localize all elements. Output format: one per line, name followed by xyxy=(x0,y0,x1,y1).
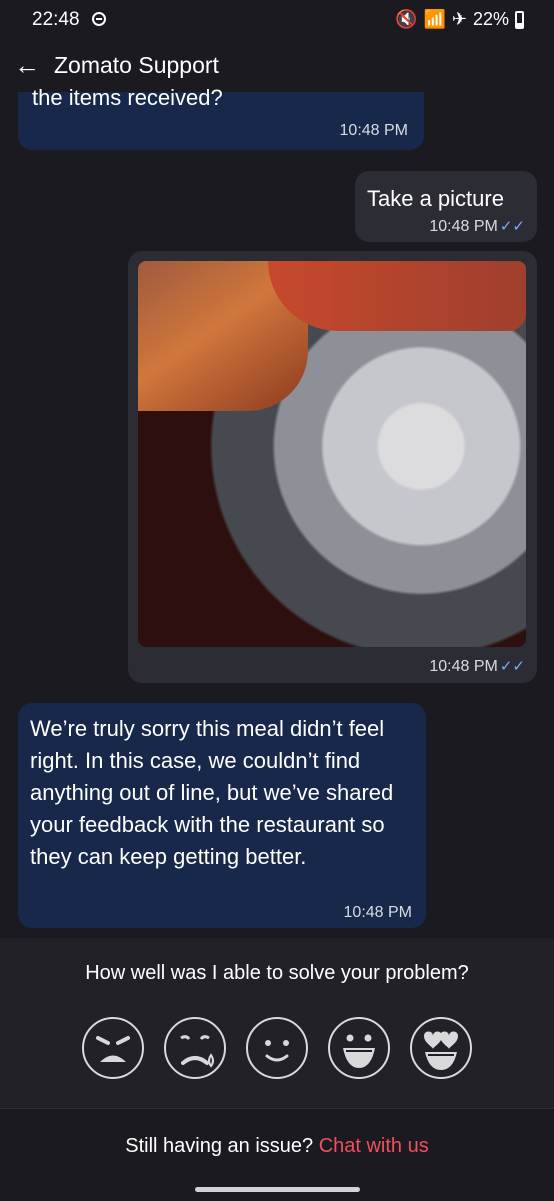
status-time: 22:48 xyxy=(32,9,80,30)
user-message: Take a picture 10:48 PM ✓✓ xyxy=(355,171,537,242)
message-time: 10:48 PM ✓✓ xyxy=(429,658,525,675)
support-message: the items received? 10:48 PM xyxy=(18,85,424,150)
happy-face-icon[interactable] xyxy=(327,1016,391,1080)
heart-eyes-face-icon[interactable] xyxy=(409,1016,473,1080)
airplane-icon: ✈ xyxy=(451,9,467,29)
chat-title: Zomato Support xyxy=(54,52,219,78)
status-icons: 🔇 📶 ✈ 22% xyxy=(395,9,524,30)
still-having-issue-text: Still having an issue? Chat with us xyxy=(125,1135,429,1157)
wifi-icon: 📶 xyxy=(423,9,446,29)
rating-question: How well was I able to solve your proble… xyxy=(85,962,469,984)
do-not-disturb-icon xyxy=(92,12,106,26)
read-receipt-icon: ✓✓ xyxy=(499,218,525,235)
rating-options xyxy=(81,1016,473,1084)
message-time: 10:48 PM ✓✓ xyxy=(429,218,525,235)
back-arrow-icon[interactable]: ← xyxy=(14,50,40,81)
battery-icon xyxy=(515,10,524,29)
sad-face-icon[interactable] xyxy=(163,1016,227,1080)
status-bar: 22:48 🔇 📶 ✈ 22% xyxy=(0,0,554,42)
home-indicator[interactable] xyxy=(195,1187,360,1192)
message-text: the items received? xyxy=(32,85,223,110)
neutral-face-icon[interactable] xyxy=(245,1016,309,1080)
support-message: We’re truly sorry this meal didn’t feel … xyxy=(18,703,426,928)
rating-panel: How well was I able to solve your proble… xyxy=(0,938,554,1108)
food-photo[interactable] xyxy=(138,261,526,647)
read-receipt-icon: ✓✓ xyxy=(499,658,525,675)
mute-icon: 🔇 xyxy=(395,9,418,29)
message-text: We’re truly sorry this meal didn’t feel … xyxy=(30,716,394,869)
chat-with-us-link[interactable]: Chat with us xyxy=(319,1135,429,1157)
battery-percent: 22% xyxy=(472,9,509,29)
message-time: 10:48 PM xyxy=(339,122,408,139)
angry-face-icon[interactable] xyxy=(81,1016,145,1080)
message-time: 10:48 PM xyxy=(343,904,412,921)
message-text: Take a picture xyxy=(367,186,504,211)
